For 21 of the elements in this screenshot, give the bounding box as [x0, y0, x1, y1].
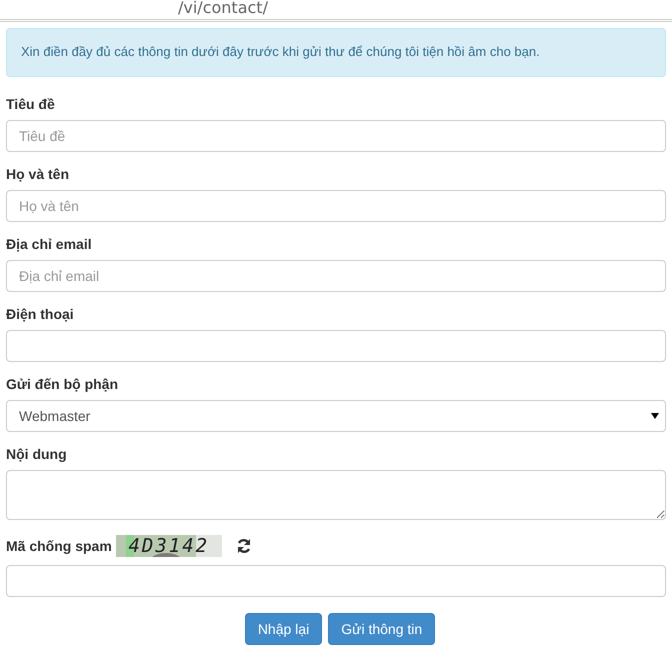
field-label: Mã chống spam — [6, 537, 112, 556]
input-field[interactable]: Họ và tên — [6, 190, 666, 222]
input-field[interactable]: Tiêu đề — [6, 120, 666, 152]
input-field[interactable]: Địa chỉ email — [6, 260, 666, 292]
form-button[interactable]: Nhập lại — [244, 613, 322, 645]
form-button[interactable]: Gửi thông tin — [328, 613, 436, 645]
refresh-icon[interactable] — [236, 538, 252, 554]
caret-icon — [651, 413, 659, 419]
field-label: Địa chỉ email — [6, 235, 93, 254]
info-alert: Xin điền đầy đủ các thông tin dưới đây trước khi gửi thư để chúng tôi tiện hồi âm cho bạn. — [6, 28, 666, 77]
field-label: Họ và tên — [6, 165, 70, 184]
field-label: Điện thoại — [6, 305, 75, 324]
field-label: Tiêu đề — [6, 95, 56, 114]
textarea-field[interactable] — [6, 470, 666, 520]
input-field[interactable] — [6, 330, 666, 362]
address-bar[interactable]: /vi/contact/ — [0, 0, 672, 22]
field-label: Gửi đến bộ phận — [6, 375, 120, 394]
dropdown[interactable]: Webmaster — [6, 400, 666, 432]
captcha-input[interactable] — [6, 565, 666, 597]
captcha-image: 4D3142 — [116, 535, 222, 557]
field-label: Nội dung — [6, 445, 68, 464]
